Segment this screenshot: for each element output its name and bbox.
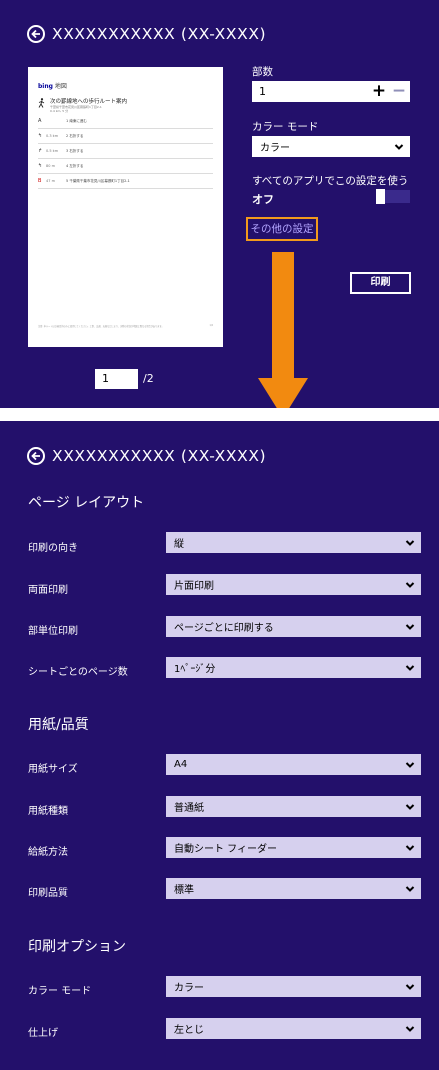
color-mode-label: カラー モード: [252, 121, 319, 133]
chevron-down-icon: [405, 1025, 415, 1032]
duplex-select[interactable]: 片面印刷: [166, 574, 421, 595]
paper-source-label: 給紙方法: [28, 847, 68, 858]
back-button[interactable]: [27, 25, 45, 43]
more-settings-link[interactable]: その他の設定: [246, 217, 318, 241]
increment-button[interactable]: +: [371, 81, 387, 102]
bing-logo: bing 地図: [38, 83, 67, 90]
walking-icon: [38, 98, 45, 108]
chevron-down-icon: [405, 623, 415, 630]
orientation-label: 印刷の向き: [28, 543, 78, 554]
color-mode-select[interactable]: カラー: [166, 976, 421, 997]
route-subtitle: 千葉県千葉市花見川区幕張町1丁目2-1 0.4 km, 5 分: [50, 105, 102, 113]
print-preview: bing 地図 次の罫線地への歩行ルート案内 千葉県千葉市花見川区幕張町1丁目2…: [28, 67, 223, 347]
paper-size-label: 用紙サイズ: [28, 764, 78, 775]
chevron-down-icon: [405, 803, 415, 810]
apply-all-toggle[interactable]: [376, 189, 410, 204]
route-title: 次の罫線地への歩行ルート案内: [50, 99, 128, 105]
route-steps: A 1 南東に進む ↰ 0.3 km 2 右折する ↱ 0.5 km 3 右折す…: [38, 114, 213, 189]
pages-per-sheet-label: シートごとのページ数: [28, 667, 128, 678]
paper-type-label: 用紙種類: [28, 806, 68, 817]
print-panel-basic: XXXXXXXXXXX (XX-XXXX) bing 地図 次の罫線地への歩行ル…: [0, 0, 439, 408]
turn-left-icon: ↰: [38, 133, 43, 139]
print-quality-label: 印刷品質: [28, 888, 68, 899]
header: XXXXXXXXXXX (XX-XXXX): [27, 25, 266, 43]
back-arrow-icon: [31, 29, 40, 39]
duplex-label: 両面印刷: [28, 585, 68, 596]
binding-select[interactable]: 左とじ: [166, 1018, 421, 1039]
paper-size-select[interactable]: A4: [166, 754, 421, 775]
paper-source-select[interactable]: 自動シート フィーダー: [166, 837, 421, 858]
print-button[interactable]: 印刷: [350, 272, 411, 294]
paper-type-select[interactable]: 普通紙: [166, 796, 421, 817]
destination-icon: B: [38, 178, 42, 184]
copies-value: 1: [259, 85, 266, 98]
printer-name: XXXXXXXXXXX (XX-XXXX): [52, 25, 267, 43]
chevron-down-icon: [405, 664, 415, 671]
turn-left-icon: ↰: [38, 163, 43, 169]
apply-all-state: オフ: [252, 193, 274, 206]
toggle-thumb: [376, 189, 385, 204]
color-mode-label: カラー モード: [28, 986, 92, 997]
orientation-select[interactable]: 縦: [166, 532, 421, 553]
section-title-paper-quality: 用紙/品質: [28, 717, 89, 733]
print-panel-advanced: XXXXXXXXXXX (XX-XXXX) ページ レイアウト 印刷の向き 縦 …: [0, 421, 439, 1070]
binding-label: 仕上げ: [28, 1028, 58, 1039]
chevron-down-icon: [405, 885, 415, 892]
chevron-down-icon: [405, 844, 415, 851]
copies-label: 部数: [252, 66, 273, 78]
chevron-down-icon: [394, 143, 404, 150]
pages-per-sheet-select[interactable]: 1ﾍﾟｰｼﾞ分: [166, 657, 421, 678]
section-title-print-options: 印刷オプション: [28, 939, 126, 955]
list-item: ↰ 0.3 km 2 右折する: [38, 129, 213, 144]
header: XXXXXXXXXXX (XX-XXXX): [27, 447, 266, 465]
chevron-down-icon: [405, 983, 415, 990]
chevron-down-icon: [405, 761, 415, 768]
preview-footer: 注意: 本ルートは計画目的のみに使用してください。工事、交通、天候などにより、実…: [38, 324, 213, 328]
list-item: ↱ 0.5 km 3 右折する: [38, 144, 213, 159]
copies-stepper[interactable]: 1 + −: [252, 81, 410, 102]
list-item: ↰ 80 m 4 左折する: [38, 159, 213, 174]
collation-label: 部単位印刷: [28, 626, 78, 637]
back-button[interactable]: [27, 447, 45, 465]
apply-all-label: すべてのアプリでこの設定を使う: [252, 175, 409, 187]
list-item: A 1 南東に進む: [38, 114, 213, 129]
color-mode-select[interactable]: カラー: [252, 136, 410, 157]
decrement-button[interactable]: −: [391, 81, 407, 102]
collation-select[interactable]: ページごとに印刷する: [166, 616, 421, 637]
section-title-page-layout: ページ レイアウト: [28, 495, 145, 511]
chevron-down-icon: [405, 581, 415, 588]
transition-arrow-icon: [258, 252, 308, 408]
page-number-input[interactable]: 1: [95, 369, 138, 389]
chevron-down-icon: [405, 539, 415, 546]
list-item: B 47 m 5 千葉県千葉市花見川区幕張町1丁目2-1: [38, 174, 213, 189]
turn-right-icon: ↱: [38, 148, 43, 154]
printer-name: XXXXXXXXXXX (XX-XXXX): [52, 447, 267, 465]
print-quality-select[interactable]: 標準: [166, 878, 421, 899]
back-arrow-icon: [31, 451, 40, 461]
page-total: /2: [143, 372, 154, 385]
